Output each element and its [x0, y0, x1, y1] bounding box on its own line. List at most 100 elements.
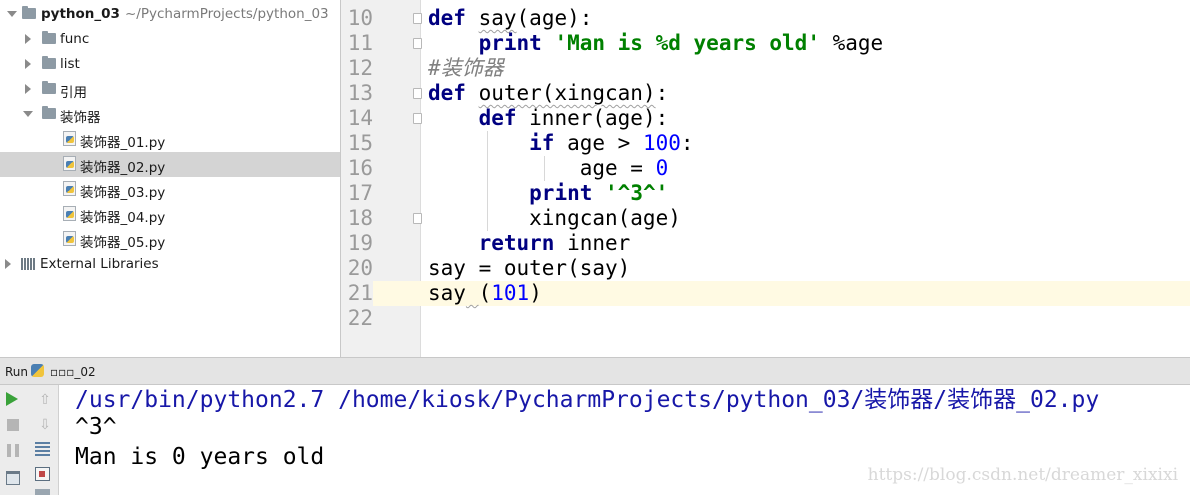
arrow-down-icon[interactable]: ⇩ [37, 417, 53, 433]
tree-folder-label: 装饰器 [60, 110, 101, 126]
tree-external-label: External Libraries [40, 256, 159, 272]
code-token: 101 [491, 281, 530, 305]
tree-root-python-03[interactable]: python_03 ~/PycharmProjects/python_03 [0, 2, 340, 27]
run-config-name[interactable]: ▫▫▫_02 [50, 365, 96, 379]
fold-marker-icon[interactable] [413, 213, 422, 224]
tree-root-path: ~/PycharmProjects/python_03 [125, 6, 329, 22]
code-line[interactable]: 17 print '^3^' [341, 181, 1190, 206]
line-number: 14 [347, 106, 373, 130]
code-token: 0 [655, 156, 669, 180]
code-line[interactable]: 10 def say(age): [341, 6, 1190, 31]
line-number: 18 [347, 206, 373, 230]
code-line[interactable]: 15 if age > 100: [341, 131, 1190, 156]
line-number: 10 [347, 6, 373, 30]
code-editor[interactable]: 10 def say(age): 11 print 'Man is %d years… [341, 0, 1190, 357]
line-number: 11 [347, 31, 373, 55]
tree-external-libraries[interactable]: External Libraries [0, 252, 340, 277]
pause-icon[interactable] [7, 444, 19, 457]
code-token: xingcan(age) [428, 206, 681, 230]
clear-all-icon[interactable] [35, 489, 50, 495]
console-line-command[interactable]: /usr/bin/python2.7 /home/kiosk/PycharmPr… [75, 386, 1099, 415]
code-token: if [529, 131, 555, 155]
line-number: 17 [347, 181, 373, 205]
code-token: 100 [642, 131, 681, 155]
tree-folder-list[interactable]: list [0, 52, 340, 77]
project-tree-panel: python_03 ~/PycharmProjects/python_03 fu… [0, 0, 341, 357]
tree-file-04[interactable]: 装饰器_04.py [0, 202, 340, 227]
code-line[interactable]: 12 #装饰器 [341, 56, 1190, 81]
console-line-stdout: ^3^ [75, 414, 117, 440]
restore-layout-icon[interactable] [6, 471, 20, 485]
tree-file-label: 装饰器_04.py [80, 210, 166, 226]
line-number: 13 [347, 81, 373, 105]
fold-marker-icon[interactable] [413, 88, 422, 99]
chevron-down-icon[interactable] [23, 111, 33, 117]
code-token: ( [478, 281, 492, 305]
chevron-right-icon[interactable] [5, 259, 11, 269]
code-line[interactable]: 13 def outer(xingcan): [341, 81, 1190, 106]
code-text: say (101) [428, 281, 542, 306]
code-text: return inner [428, 231, 631, 256]
code-line[interactable]: 22 [341, 306, 1190, 331]
fold-marker-icon[interactable] [413, 13, 422, 24]
line-number: 20 [347, 256, 373, 280]
folder-icon [42, 81, 56, 94]
folder-icon [42, 31, 56, 44]
tree-folder-yinyong[interactable]: 引用 [0, 77, 340, 102]
code-line[interactable]: 11 print 'Man is %d years old' %age [341, 31, 1190, 56]
run-toolbar: ⇧ ⇩ [0, 385, 59, 495]
fold-marker-icon[interactable] [413, 38, 422, 49]
code-line[interactable]: 20 say = outer(say) [341, 256, 1190, 281]
indent-guide [544, 156, 545, 181]
tree-file-03[interactable]: 装饰器_03.py [0, 177, 340, 202]
chevron-right-icon[interactable] [25, 34, 31, 44]
chevron-down-icon[interactable] [7, 11, 17, 17]
code-line[interactable]: 19 return inner [341, 231, 1190, 256]
tree-folder-label: 引用 [60, 85, 87, 101]
soft-wrap-icon[interactable] [35, 442, 50, 456]
tree-folder-func[interactable]: func [0, 27, 340, 52]
code-text: def inner(age): [428, 106, 669, 131]
code-text: age = 0 [428, 156, 669, 181]
code-token: '^3^' [605, 181, 669, 205]
code-token: print [478, 31, 542, 55]
stop-icon[interactable] [7, 419, 19, 431]
run-tab-label[interactable]: Run [5, 365, 28, 379]
tree-file-01[interactable]: 装饰器_01.py [0, 127, 340, 152]
chevron-right-icon[interactable] [25, 59, 31, 69]
code-line[interactable]: 14 def inner(age): [341, 106, 1190, 131]
code-text: if age > 100: [428, 131, 694, 156]
tree-file-label: 装饰器_02.py [80, 160, 166, 176]
tree-folder-decorators[interactable]: 装饰器 [0, 102, 340, 127]
rerun-icon[interactable] [6, 392, 18, 406]
line-number: 16 [347, 156, 373, 180]
code-token: def [428, 6, 466, 30]
code-text: #装饰器 [428, 56, 504, 81]
code-token: : [680, 131, 694, 155]
tree-file-05[interactable]: 装饰器_05.py [0, 227, 340, 252]
code-token: 'Man is %d years old' [554, 31, 820, 55]
arrow-up-icon[interactable]: ⇧ [37, 392, 53, 408]
code-text: print '^3^' [428, 181, 668, 206]
code-token: def [478, 106, 517, 130]
tree-file-02[interactable]: 装饰器_02.py [0, 152, 340, 177]
code-line[interactable]: 18 xingcan(age) [341, 206, 1190, 231]
print-icon[interactable] [35, 467, 50, 481]
code-line[interactable]: 16 age = 0 [341, 156, 1190, 181]
code-token: return [478, 231, 555, 255]
code-token: say [428, 281, 466, 305]
code-token: inner [554, 231, 631, 255]
indent-guide [487, 131, 488, 231]
code-token: age > [554, 131, 643, 155]
code-token: def [428, 81, 466, 105]
tree-folder-label: func [60, 31, 90, 47]
fold-marker-icon[interactable] [413, 113, 422, 124]
code-line[interactable]: 21 say (101) [341, 281, 1190, 306]
chevron-right-icon[interactable] [25, 84, 31, 94]
code-token: outer(xingcan) [478, 81, 656, 105]
